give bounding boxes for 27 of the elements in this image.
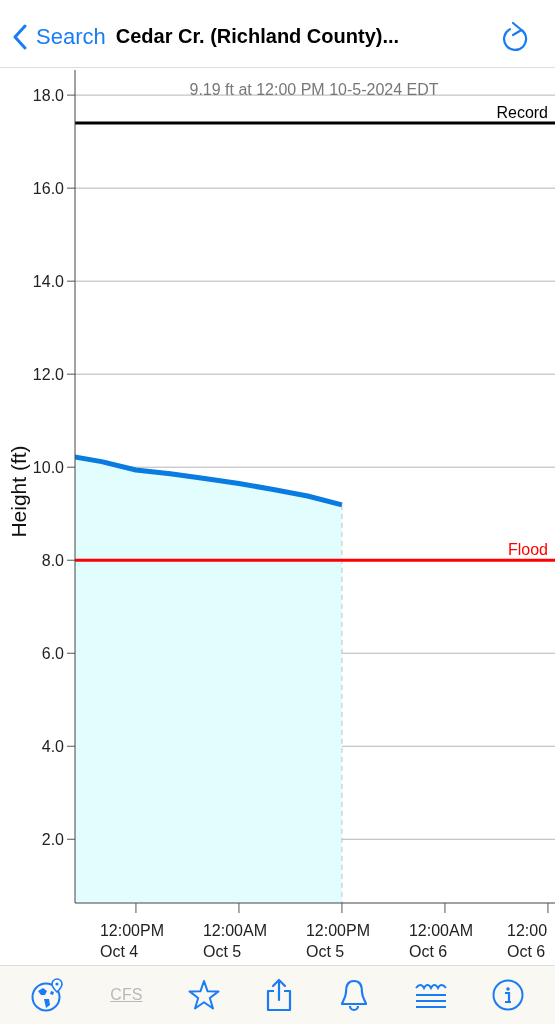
y-tick-label: 18.0 [32, 87, 64, 105]
waves-icon[interactable] [414, 982, 447, 1008]
y-tick-label: 14.0 [32, 273, 64, 291]
info-icon[interactable] [492, 979, 525, 1011]
x-tick-label: 12:00PM Oct 5 [305, 922, 370, 960]
y-tick-label: 6.0 [41, 645, 64, 663]
chevron-left-icon [12, 23, 28, 50]
reference-label: Flood [507, 541, 548, 559]
x-tick-label: 12:00 Oct 6 [507, 922, 548, 960]
x-tick-label: 12:00AM Oct 5 [202, 922, 267, 960]
y-tick-label: 2.0 [41, 831, 64, 849]
current-reading: 9.19 ft at 12:00 PM 10-5-2024 EDT [189, 81, 439, 98]
star-icon[interactable] [187, 979, 220, 1011]
y-tick-label: 12.0 [32, 366, 64, 384]
y-tick-label: 8.0 [41, 552, 64, 570]
back-button[interactable]: Search [12, 23, 106, 50]
x-tick-label: 12:00PM Oct 4 [99, 922, 164, 960]
y-tick-label: 4.0 [41, 738, 64, 756]
x-tick-label: 12:00AM Oct 6 [408, 922, 473, 960]
station-title: Cedar Cr. (Richland County)... [115, 25, 401, 48]
bell-icon[interactable] [339, 978, 370, 1012]
globe-pin-icon[interactable] [30, 978, 65, 1012]
y-tick-label: 16.0 [32, 180, 64, 198]
reference-label: Record [496, 104, 548, 121]
y-tick-label: 10.0 [32, 459, 64, 477]
y-axis-title: Height (ft) [7, 445, 30, 538]
share-icon[interactable] [265, 978, 294, 1012]
